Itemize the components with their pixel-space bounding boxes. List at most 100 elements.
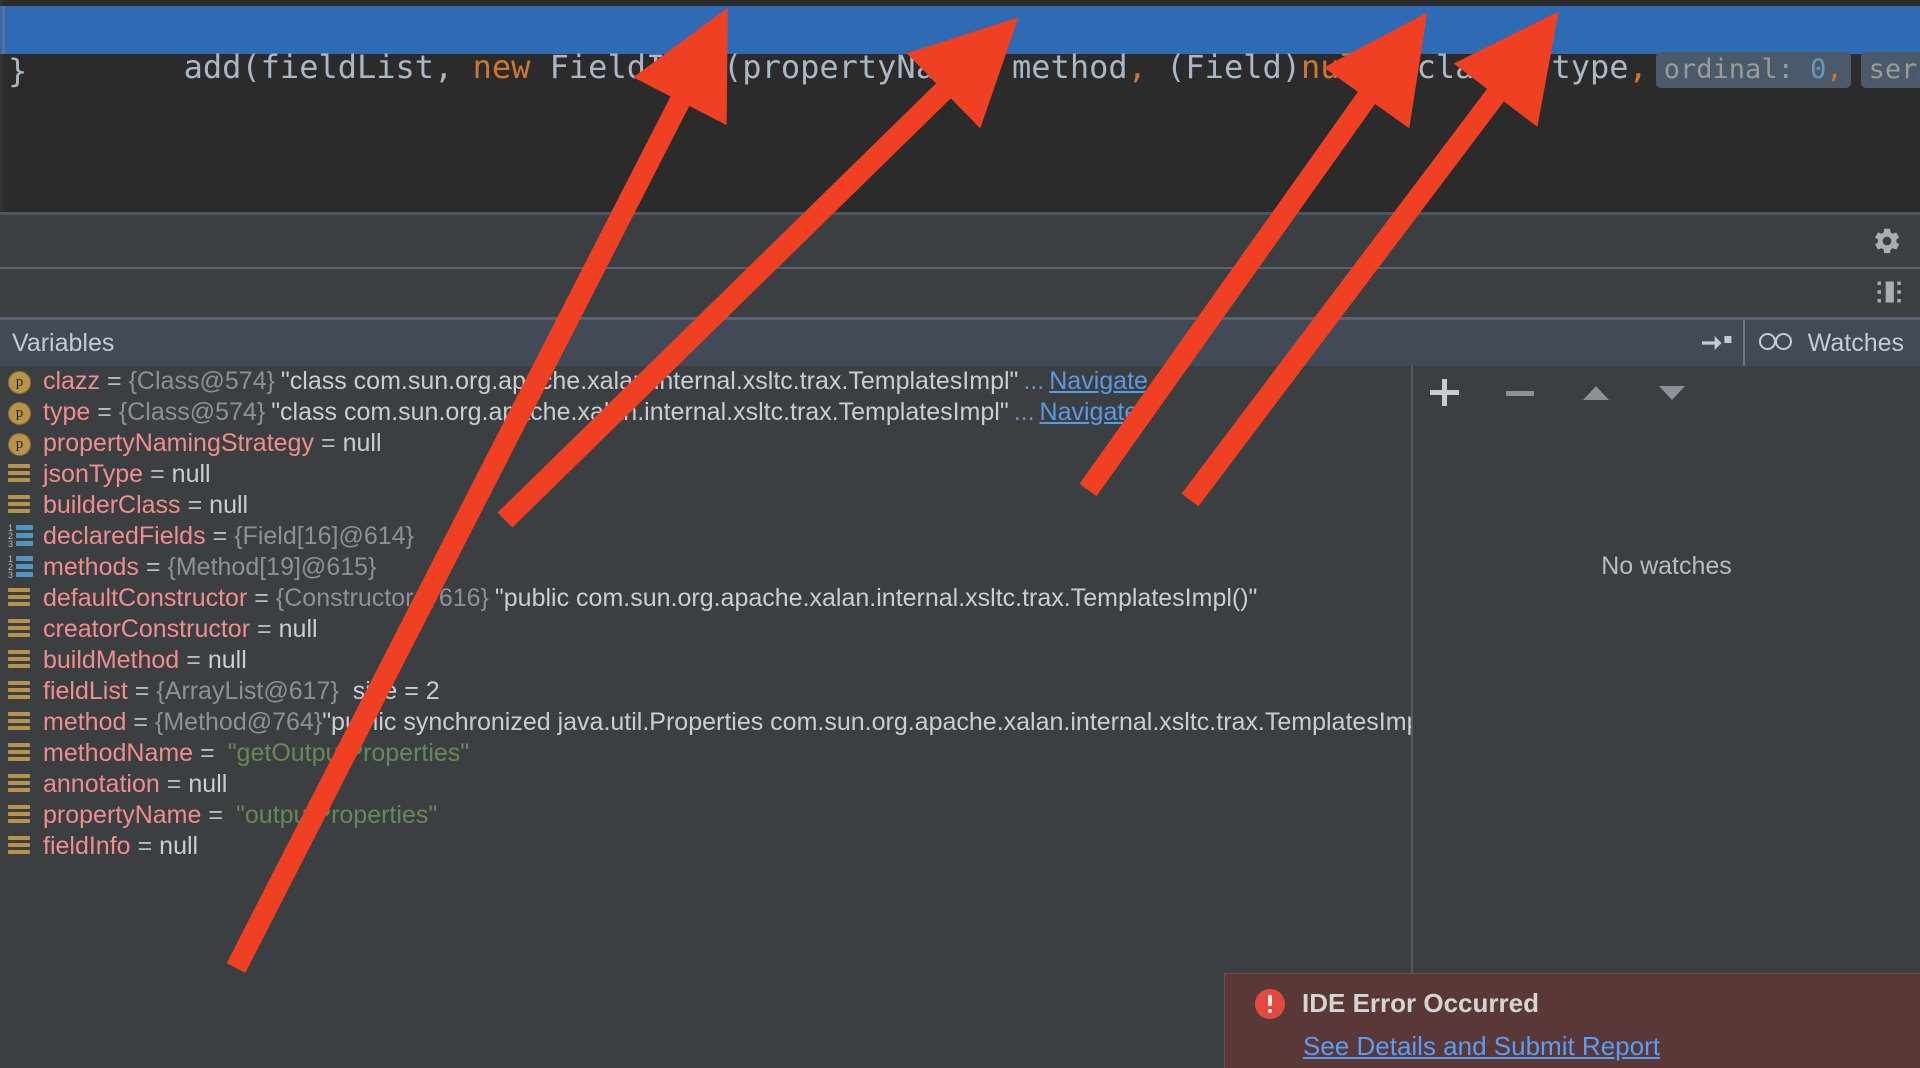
variable-name: fieldList <box>43 677 128 705</box>
variable-type-icon <box>8 679 34 705</box>
tab-watches[interactable]: Watches <box>1742 320 1920 366</box>
variable-row[interactable]: jsonType = null <box>0 459 1411 490</box>
variable-row[interactable]: p clazz = {Class@574} "class com.sun.org.apa… <box>0 366 1411 397</box>
debug-toolbar-upper[interactable] <box>0 215 1920 267</box>
code-editor[interactable]: add(fieldList, new FieldInfo(propertyNam… <box>0 0 1920 212</box>
ide-error-title: IDE Error Occurred <box>1302 988 1539 1018</box>
param-hint-ordinal-value: 0 <box>1810 54 1827 85</box>
variable-value: null <box>159 832 199 860</box>
watches-toolbar <box>1413 366 1920 418</box>
variable-type-icon <box>8 772 34 798</box>
variables-list[interactable]: p clazz = {Class@574} "class com.sun.org.apa… <box>0 366 1411 1068</box>
variable-equals: = <box>134 677 150 705</box>
variable-name: method <box>43 708 127 736</box>
glasses-icon <box>1758 333 1797 353</box>
variable-row[interactable]: 1 2 3 declaredFields = {Field[16]@614} <box>0 521 1411 552</box>
code-comma-4: , <box>1512 48 1533 86</box>
variable-value: "public com.sun.org.apache.xalan.interna… <box>494 584 1258 612</box>
variable-value: "outputProperties" <box>236 801 438 829</box>
variable-row[interactable]: methodName = "getOutputProperties" <box>0 738 1411 769</box>
param-hint-ordinal-label: ordinal: <box>1663 54 1794 85</box>
variable-value: size = 2 <box>352 677 440 705</box>
variable-value: "getOutputProperties" <box>227 739 470 767</box>
variable-ref: {Method@764} <box>155 708 323 736</box>
variable-equals: = <box>208 801 224 829</box>
variable-row[interactable]: defaultConstructor = {Constructor@616} "pub… <box>0 583 1411 614</box>
ide-error-notification[interactable]: IDE Error Occurred See Details and Submi… <box>1224 973 1920 1068</box>
variable-type-icon: p <box>8 369 34 395</box>
parameter-icon: p <box>8 401 31 425</box>
add-watch-button[interactable] <box>1427 375 1461 409</box>
variable-type-icon: 123 <box>8 554 34 581</box>
variable-equals: = <box>186 646 201 674</box>
error-icon <box>1255 988 1285 1019</box>
variable-row[interactable]: p type = {Class@574} "class com.sun.org.apac… <box>0 397 1411 428</box>
variable-type-icon: p <box>8 400 34 426</box>
variable-value: null <box>171 460 211 488</box>
variable-value-ellipsis[interactable]: ... <box>1018 367 1049 396</box>
variable-equals: = <box>200 739 215 767</box>
variable-row[interactable]: builderClass = null <box>0 490 1411 521</box>
variable-row[interactable]: propertyName = "outputProperties" <box>0 800 1411 831</box>
variable-equals: = <box>97 398 112 426</box>
variable-value: null <box>209 491 249 519</box>
variable-row[interactable]: fieldList = {ArrayList@617} size = 2 <box>0 676 1411 707</box>
debug-toolbar-lower[interactable] <box>0 269 1920 317</box>
variable-equals: = <box>145 553 161 581</box>
code-token-new: new <box>472 48 531 86</box>
variable-ref: {Class@574} <box>128 367 275 395</box>
variable-name: defaultConstructor <box>43 584 248 612</box>
variable-value: null <box>207 646 247 674</box>
variable-row[interactable]: p propertyNamingStrategy = null <box>0 428 1411 459</box>
variable-name: propertyNamingStrategy <box>43 429 314 457</box>
param-hint-ordinal-comma: , <box>1826 54 1843 85</box>
navigate-link[interactable]: Navigate <box>1049 367 1148 396</box>
execution-point-marker <box>2 6 5 54</box>
variable-equals: = <box>133 708 148 736</box>
variable-type-icon <box>8 803 34 829</box>
see-details-link[interactable]: See Details and Submit Report <box>1303 1031 1660 1062</box>
variable-row[interactable]: annotation = null <box>0 769 1411 800</box>
code-comma-2: , <box>1127 48 1147 86</box>
variable-value: "public synchronized java.util.Propertie… <box>322 708 1411 736</box>
variable-type-icon <box>8 648 34 674</box>
layout-settings-icon[interactable] <box>1874 277 1902 307</box>
variable-row[interactable]: 1 2 3 methods = {Method[19]@615} <box>0 552 1411 583</box>
variable-row[interactable]: method = {Method@764} "public synchronized … <box>0 707 1411 738</box>
variable-type-icon <box>8 493 34 519</box>
variable-name: jsonType <box>43 460 144 488</box>
variable-equals: = <box>257 615 272 643</box>
move-watch-up-button[interactable] <box>1579 375 1613 409</box>
variable-equals: = <box>150 460 165 488</box>
code-line[interactable]: add(fieldList, new FieldInfo(propertyNam… <box>68 13 1920 124</box>
variable-row[interactable]: buildMethod = null <box>0 645 1411 676</box>
variable-row[interactable]: fieldInfo = null <box>0 831 1411 862</box>
remove-watch-button[interactable] <box>1503 375 1537 409</box>
variable-type-icon <box>8 834 34 860</box>
variable-value: null <box>188 770 228 798</box>
param-hint-serial: serial <box>1860 52 1920 88</box>
watches-empty-message: No watches <box>1601 552 1732 580</box>
ide-error-title-row: IDE Error Occurred <box>1255 988 1539 1019</box>
pin-tab-icon[interactable] <box>1699 329 1733 357</box>
variable-row[interactable]: creatorConstructor = null <box>0 614 1411 645</box>
variable-type-icon: 123 <box>8 523 34 550</box>
code-comma-3: , <box>1378 48 1398 86</box>
variable-ref: {Class@574} <box>118 398 266 426</box>
code-comma-1: , <box>973 48 993 86</box>
code-comma-5: , <box>1628 48 1648 86</box>
variable-equals: = <box>137 832 153 860</box>
move-watch-down-button[interactable] <box>1655 375 1689 409</box>
variable-name: propertyName <box>43 801 202 829</box>
variable-ref: {ArrayList@617} <box>156 677 339 705</box>
code-token-add: add(fieldList, <box>183 48 473 86</box>
gear-icon[interactable] <box>1872 226 1902 256</box>
parameter-icon: p <box>8 370 31 394</box>
variable-equals: = <box>106 367 122 395</box>
navigate-link[interactable]: Navigate <box>1040 398 1139 427</box>
variable-type-icon: p <box>8 431 34 457</box>
variable-value-ellipsis[interactable]: ... <box>1009 398 1040 427</box>
variable-name: type <box>43 398 91 426</box>
variable-name: creatorConstructor <box>43 615 251 643</box>
variable-ref: {Field[16]@614} <box>234 522 414 550</box>
